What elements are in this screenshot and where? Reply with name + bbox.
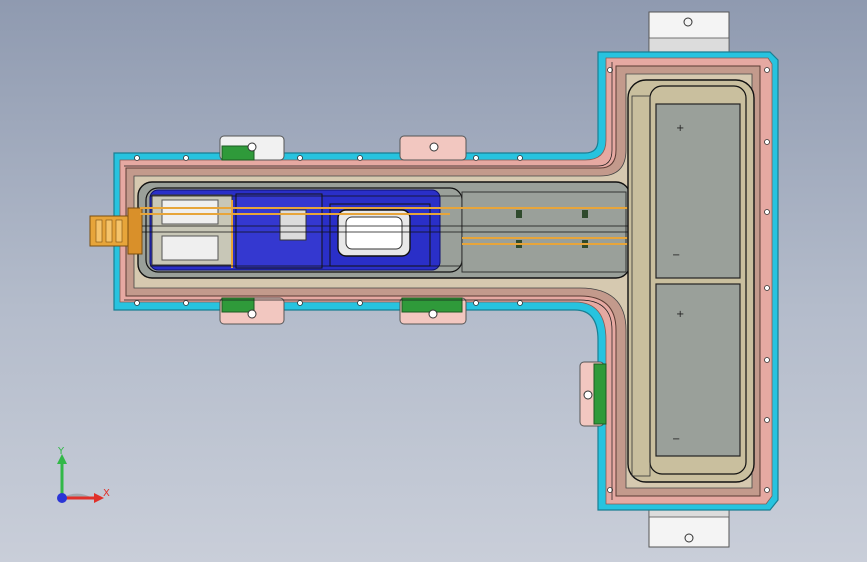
module-bottom-minus: − xyxy=(672,434,680,445)
vertical-module xyxy=(627,79,755,483)
mount-bracket-bottom xyxy=(648,504,730,548)
cad-viewport[interactable]: + − + − Y X xyxy=(0,0,867,562)
axis-x-label: X xyxy=(103,488,110,499)
module-top-minus: − xyxy=(672,250,680,261)
module-bottom-plus: + xyxy=(676,309,684,320)
axis-triad xyxy=(57,454,104,503)
axis-y-label: Y xyxy=(57,446,65,457)
mount-bracket-top xyxy=(648,11,730,53)
module-top-plus: + xyxy=(676,123,684,134)
